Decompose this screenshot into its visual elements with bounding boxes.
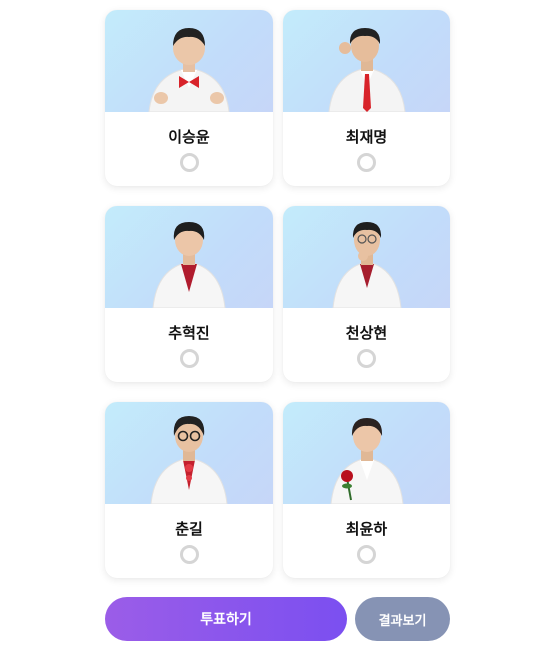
candidate-card-3[interactable]: 추혁진 <box>105 206 273 382</box>
candidate-photo <box>105 402 273 504</box>
vote-radio[interactable] <box>179 153 199 172</box>
candidate-grid: 이승윤 최재명 추혁진 천상현 춘길 최윤하 <box>105 10 450 578</box>
view-results-button[interactable]: 결과보기 <box>355 597 450 641</box>
candidate-name: 최윤하 <box>345 520 388 538</box>
candidate-photo <box>283 10 450 112</box>
candidate-name: 추혁진 <box>168 324 210 342</box>
candidate-card-2[interactable]: 최재명 <box>283 10 450 186</box>
candidate-card-6[interactable]: 최윤하 <box>283 402 450 578</box>
candidate-photo <box>105 10 273 112</box>
candidate-name: 춘길 <box>175 520 203 538</box>
vote-radio[interactable] <box>357 545 376 564</box>
candidate-card-1[interactable]: 이승윤 <box>105 10 273 186</box>
vote-radio[interactable] <box>357 153 376 172</box>
vote-radio[interactable] <box>179 349 199 368</box>
candidate-name: 최재명 <box>345 128 388 146</box>
candidate-card-5[interactable]: 춘길 <box>105 402 273 578</box>
vote-radio[interactable] <box>179 545 199 564</box>
candidate-photo <box>283 402 450 504</box>
candidate-card-4[interactable]: 천상현 <box>283 206 450 382</box>
vote-radio[interactable] <box>357 349 376 368</box>
candidate-photo <box>283 206 450 308</box>
vote-button[interactable]: 투표하기 <box>105 597 347 641</box>
candidate-photo <box>105 206 273 308</box>
candidate-name: 이승윤 <box>168 128 210 146</box>
candidate-name: 천상현 <box>345 324 388 342</box>
